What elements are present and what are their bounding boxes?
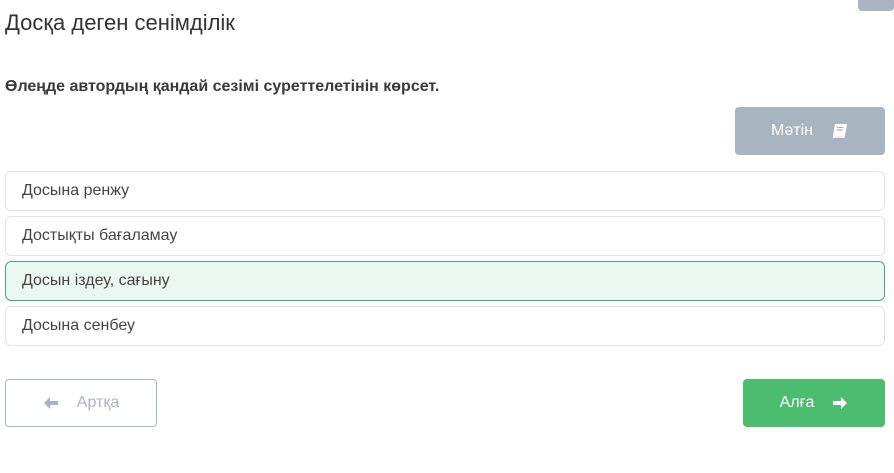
answer-option[interactable]: Достықты бағаламау [5, 216, 885, 256]
answer-option-label: Досын іздеу, сағыну [22, 272, 170, 289]
question-text: Өлеңде автордың қандай сезімі суреттелет… [5, 78, 440, 95]
quiz-page: Досқа деген сенімділік Өлеңде автордың қ… [0, 0, 894, 473]
page-title: Досқа деген сенімділік [5, 10, 235, 35]
answer-option-label: Досына сенбеу [22, 317, 136, 334]
text-button-label: Мәтін [771, 122, 813, 139]
book-icon [831, 123, 849, 139]
answer-option-label: Достықты бағаламау [22, 227, 178, 244]
back-button-label: Артқа [76, 394, 120, 411]
top-corner-button[interactable] [858, 0, 894, 11]
answer-options: Досына ренжу Достықты бағаламау Досын із… [5, 171, 885, 351]
text-button[interactable]: Мәтін [735, 107, 885, 155]
answer-option[interactable]: Досына сенбеу [5, 306, 885, 346]
answer-option[interactable]: Досына ренжу [5, 171, 885, 211]
arrow-right-icon [832, 396, 848, 410]
next-button[interactable]: Алға [743, 379, 885, 427]
arrow-left-icon [43, 396, 59, 410]
back-button[interactable]: Артқа [5, 379, 157, 427]
answer-option-selected[interactable]: Досын іздеу, сағыну [5, 261, 885, 301]
next-button-label: Алға [779, 394, 815, 411]
answer-option-label: Досына ренжу [22, 182, 130, 199]
